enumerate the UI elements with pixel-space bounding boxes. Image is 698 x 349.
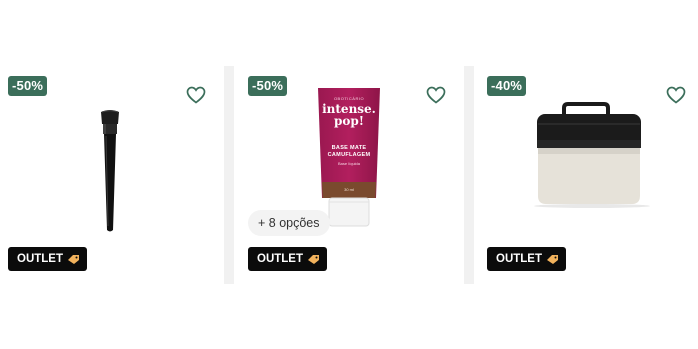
tube-name-line2: pop!	[333, 114, 365, 128]
discount-badge: -50%	[248, 76, 288, 96]
product-card-foundation[interactable]: -50% OBOTICÁRIO intense. pop! BASE MATE …	[234, 66, 464, 284]
price-tag-icon	[308, 254, 319, 264]
product-carousel: -50% OUTLET -50% OBOTICÁRIO intense. pop…	[0, 0, 698, 349]
heart-outline-icon[interactable]	[426, 86, 446, 104]
tube-volume-text: 30 ml	[344, 187, 354, 192]
heart-outline-icon[interactable]	[666, 86, 686, 104]
outlet-tag-button[interactable]: OUTLET	[487, 247, 566, 271]
toiletry-bag-image[interactable]	[530, 100, 654, 208]
outlet-tag-button[interactable]: OUTLET	[8, 247, 87, 271]
outlet-label: OUTLET	[257, 253, 303, 265]
card-divider	[464, 66, 474, 284]
product-card-toiletry-bag[interactable]: -40% OUTLET	[474, 66, 698, 284]
price-tag-icon	[68, 254, 79, 264]
card-divider	[224, 66, 234, 284]
discount-badge: -40%	[487, 76, 527, 96]
product-card-brush[interactable]: -50% OUTLET	[0, 66, 224, 284]
heart-outline-icon[interactable]	[186, 86, 206, 104]
outlet-label: OUTLET	[496, 253, 542, 265]
tube-shade-text: Base líquida	[337, 161, 360, 166]
options-chip[interactable]: + 8 opções	[248, 210, 330, 236]
outlet-label: OUTLET	[17, 253, 63, 265]
tube-desc-line2: CAMUFLAGEM	[327, 152, 371, 158]
tube-brand-text: OBOTICÁRIO	[333, 96, 365, 101]
discount-badge: -50%	[8, 76, 48, 96]
tube-desc-line1: BASE MATE	[331, 145, 367, 151]
outlet-tag-button[interactable]: OUTLET	[248, 247, 327, 271]
makeup-brush-image[interactable]	[90, 106, 130, 234]
foundation-tube-image[interactable]: OBOTICÁRIO intense. pop! BASE MATE CAMUF…	[316, 86, 382, 228]
price-tag-icon	[547, 254, 558, 264]
